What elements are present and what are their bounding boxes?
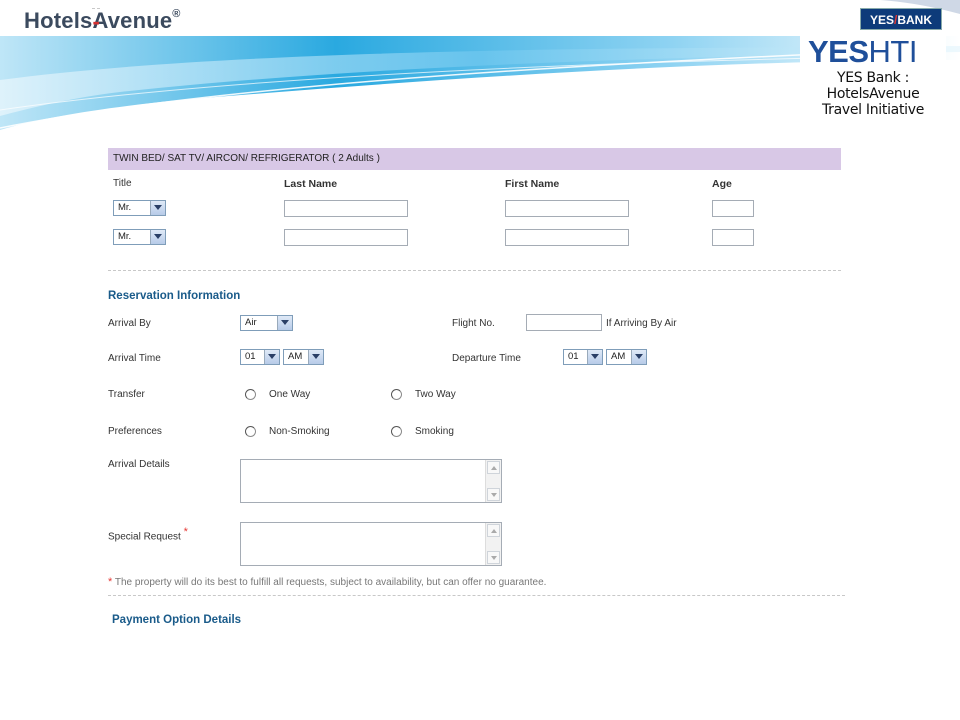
yeshti-hti: HTI [868, 34, 918, 69]
disclaimer-text: The property will do its best to fulfill… [114, 577, 547, 588]
special-request-label: Special Request * [108, 526, 188, 542]
reservation-info-heading: Reservation Information [108, 290, 241, 302]
guest-2-title-select[interactable]: Mr. [113, 229, 166, 245]
pref-smoking-label[interactable]: Smoking [415, 426, 454, 437]
guest-2-first-name-input[interactable] [505, 229, 629, 246]
preferences-label: Preferences [108, 426, 162, 437]
chevron-down-icon [150, 230, 165, 244]
yes-bank-bank: BANK [897, 13, 933, 27]
guest-2-title-value: Mr. [118, 231, 132, 242]
arrival-ampm-select[interactable]: AM [283, 349, 324, 365]
transfer-one-way-radio[interactable] [245, 389, 256, 400]
arrival-hour-value: 01 [245, 351, 256, 362]
pref-non-smoking-radio[interactable] [245, 426, 256, 437]
transfer-two-way-radio[interactable] [391, 389, 402, 400]
yeshti-tagline-line1: YES Bank : HotelsAvenue [826, 70, 920, 102]
guest-2-age-input[interactable] [712, 229, 754, 246]
section-divider [108, 595, 845, 596]
pref-smoking-radio[interactable] [391, 426, 402, 437]
yeshti-tagline-line2: Travel Initiative [821, 102, 925, 118]
column-age-label: Age [712, 178, 732, 190]
section-divider [108, 270, 841, 271]
request-disclaimer: * The property will do its best to fulfi… [108, 576, 546, 588]
hotels-avenue-logo[interactable]: Hotels - Avenue® [24, 8, 181, 34]
guest-1-title-select[interactable]: Mr. [113, 200, 166, 216]
arrival-by-value: Air [245, 317, 257, 328]
logo-registered-mark: ® [172, 8, 181, 20]
required-asterisk: * [183, 526, 188, 538]
column-first-name-label: First Name [505, 178, 560, 190]
scroll-up-icon[interactable] [487, 461, 500, 474]
chevron-down-icon [264, 350, 279, 364]
pref-non-smoking-label[interactable]: Non-Smoking [269, 426, 330, 437]
flight-no-label: Flight No. [452, 318, 495, 329]
yeshti-logo: YESHTI [808, 34, 917, 70]
arrival-by-select[interactable]: Air [240, 315, 293, 331]
departure-ampm-value: AM [611, 351, 626, 362]
room-type-header: TWIN BED/ SAT TV/ AIRCON/ REFRIGERATOR (… [108, 148, 841, 170]
arrival-ampm-value: AM [288, 351, 303, 362]
chevron-down-icon [308, 350, 323, 364]
arrival-by-label: Arrival By [108, 318, 151, 329]
arrival-time-label: Arrival Time [108, 353, 161, 364]
payment-option-heading: Payment Option Details [112, 614, 242, 626]
special-request-textarea[interactable] [240, 522, 502, 566]
yes-bank-yes: YES [869, 13, 894, 27]
transfer-one-way-label[interactable]: One Way [269, 389, 310, 400]
scroll-up-icon[interactable] [487, 524, 500, 537]
guest-2-last-name-input[interactable] [284, 229, 408, 246]
transfer-label: Transfer [108, 389, 145, 400]
chevron-down-icon [587, 350, 602, 364]
disclaimer-asterisk: * [108, 576, 113, 588]
column-title-label: Title [113, 178, 132, 189]
yeshti-yes: YES [808, 34, 869, 69]
textarea-scrollbar[interactable] [485, 460, 501, 502]
scroll-down-icon[interactable] [487, 488, 500, 501]
chevron-down-icon [277, 316, 292, 330]
transfer-two-way-label[interactable]: Two Way [415, 389, 456, 400]
logo-dash: - [92, 8, 100, 34]
chevron-down-icon [631, 350, 646, 364]
departure-ampm-select[interactable]: AM [606, 349, 647, 365]
chevron-down-icon [150, 201, 165, 215]
logo-text-hotels: Hotels [24, 8, 93, 33]
guest-1-title-value: Mr. [118, 202, 132, 213]
flight-hint-label: If Arriving By Air [606, 318, 677, 329]
special-request-text: Special Request [108, 531, 181, 543]
textarea-scrollbar[interactable] [485, 523, 501, 565]
logo-text-avenue: Avenue [92, 8, 173, 33]
departure-hour-value: 01 [568, 351, 579, 362]
yeshti-tagline: YES Bank : HotelsAvenue Travel Initiativ… [800, 70, 946, 118]
departure-hour-select[interactable]: 01 [563, 349, 603, 365]
guest-1-last-name-input[interactable] [284, 200, 408, 217]
arrival-hour-select[interactable]: 01 [240, 349, 280, 365]
departure-time-label: Departure Time [452, 353, 521, 364]
flight-no-input[interactable] [526, 314, 602, 331]
column-last-name-label: Last Name [284, 178, 338, 190]
guest-1-age-input[interactable] [712, 200, 754, 217]
booking-form-panel [96, 142, 938, 670]
arrival-details-textarea[interactable] [240, 459, 502, 503]
guest-1-first-name-input[interactable] [505, 200, 629, 217]
scroll-down-icon[interactable] [487, 551, 500, 564]
arrival-details-label: Arrival Details [108, 459, 170, 470]
yes-bank-logo: YES/BANK [860, 8, 942, 30]
